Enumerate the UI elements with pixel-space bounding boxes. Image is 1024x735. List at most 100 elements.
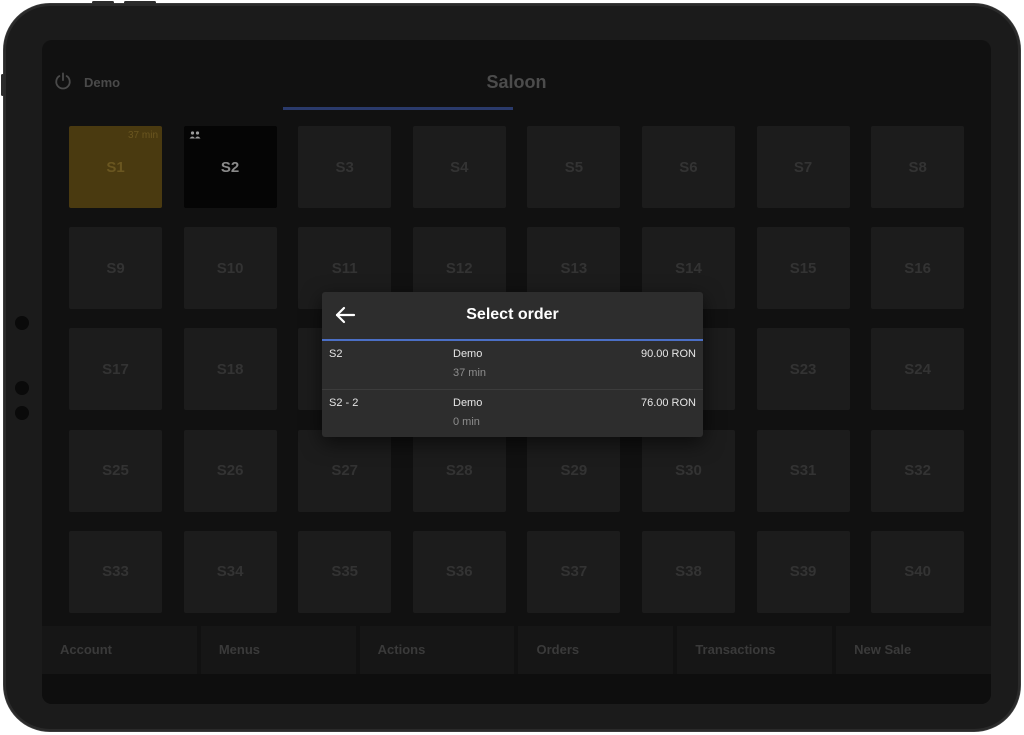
table-tile[interactable]: S17: [69, 328, 162, 411]
device-side-button: [1, 74, 4, 96]
table-tile[interactable]: S39: [756, 530, 850, 613]
table-tile[interactable]: S36: [412, 530, 506, 613]
table-tile[interactable]: S34: [183, 530, 277, 613]
table-tile[interactable]: S9: [69, 227, 162, 310]
table-label: S13: [560, 259, 588, 277]
order-total: 76.00 RON: [640, 397, 696, 409]
table-tile[interactable]: S24: [871, 328, 965, 411]
table-tile[interactable]: S8: [871, 126, 965, 208]
table-tile[interactable]: S30: [641, 429, 735, 512]
table-label: S11: [331, 259, 358, 277]
table-tile[interactable]: S33: [69, 530, 162, 613]
table-label: S35: [331, 563, 359, 581]
order-row[interactable]: S2 - 2 Demo 0 min 76.00 RON: [322, 389, 703, 437]
table-label: S17: [102, 360, 129, 378]
table-label: S14: [675, 259, 702, 277]
table-label: S24: [904, 360, 931, 378]
table-label: S4: [450, 158, 469, 176]
bottom-strip: [42, 674, 991, 704]
table-tile[interactable]: S10: [183, 227, 277, 310]
page-title: Saloon: [486, 72, 547, 92]
table-label: S18: [216, 360, 244, 378]
table-label: S34: [216, 563, 244, 581]
table-label: S1: [106, 158, 125, 176]
table-label: S28: [445, 462, 473, 480]
dialog-title: Select order: [466, 306, 559, 323]
table-label: S9: [106, 259, 125, 277]
select-order-dialog: Select order S2 Demo 37 min 90.00 RON S2 - 2…: [322, 292, 703, 437]
table-time: 37 min: [127, 130, 158, 141]
table-tile[interactable]: S29: [527, 429, 621, 512]
table-label: S5: [564, 158, 584, 176]
orders-list: S2 Demo 37 min 90.00 RON S2 - 2 Demo 0 min 76.0…: [322, 341, 703, 437]
table-label: S16: [904, 259, 931, 277]
table-tile[interactable]: S6: [641, 126, 735, 208]
order-user: Demo: [453, 348, 483, 360]
table-label: S31: [789, 462, 817, 480]
bottom-bar-button[interactable]: Transactions: [677, 626, 833, 674]
bottom-bar-button[interactable]: Actions: [359, 626, 515, 674]
table-tile[interactable]: S16: [871, 227, 965, 310]
bottom-bar-button[interactable]: Orders: [518, 626, 674, 674]
table-tile[interactable]: S5: [527, 126, 621, 208]
bottom-bar-button[interactable]: Menus: [200, 626, 356, 674]
order-time: 37 min: [453, 367, 487, 379]
table-label: S30: [675, 462, 702, 480]
table-label: S36: [445, 563, 473, 581]
table-label: S33: [102, 563, 129, 581]
table-label: S8: [908, 158, 927, 176]
table-tile[interactable]: S25: [69, 429, 162, 512]
table-label: S2: [220, 158, 240, 176]
table-tile[interactable]: S38: [641, 530, 735, 613]
bottom-bar-button[interactable]: New Sale: [836, 626, 991, 674]
table-label: S38: [675, 563, 702, 581]
order-name: S2: [329, 348, 343, 360]
table-tile[interactable]: S18: [183, 328, 277, 411]
bottom-bar: Account Menus Actions Orders Transactions New…: [42, 626, 991, 674]
table-label: S10: [216, 259, 244, 277]
table-tile[interactable]: 37 min S1: [69, 126, 162, 208]
table-tile[interactable]: S31: [756, 429, 850, 512]
table-tile[interactable]: S40: [871, 530, 965, 613]
table-label: S6: [679, 158, 698, 176]
table-tile[interactable]: S27: [298, 429, 392, 512]
camera-dot: [15, 316, 29, 330]
order-row[interactable]: S2 Demo 37 min 90.00 RON: [322, 341, 703, 389]
tab-indicator: [283, 107, 513, 110]
table-label: S26: [216, 462, 244, 480]
camera-dot: [15, 381, 29, 395]
table-label: S15: [789, 259, 817, 277]
tablet-frame: Demo Saloon 37 min S1 S2 S3 S4 S5 S6 S7 S8 S9 S10 S…: [1, 1, 1020, 731]
table-label: S23: [789, 360, 817, 378]
header: Demo Saloon: [42, 40, 991, 112]
table-tile[interactable]: S7: [756, 126, 850, 208]
table-label: S7: [793, 158, 813, 176]
bottom-bar-button[interactable]: Account: [42, 626, 197, 674]
table-label: S27: [331, 462, 359, 480]
table-tile[interactable]: S37: [527, 530, 621, 613]
table-tile[interactable]: S28: [412, 429, 506, 512]
table-tile[interactable]: S4: [412, 126, 506, 208]
device-top-button: [92, 1, 114, 4]
table-label: S3: [335, 158, 354, 176]
order-name: S2 - 2: [329, 397, 359, 409]
table-label: S29: [560, 462, 588, 480]
table-tile[interactable]: S3: [298, 126, 392, 208]
camera-dot: [15, 406, 29, 420]
dialog-header: Select order: [322, 292, 703, 341]
table-label: S40: [904, 563, 931, 581]
table-tile[interactable]: S23: [756, 328, 850, 411]
table-tile[interactable]: S26: [183, 429, 277, 512]
table-label: S39: [789, 563, 817, 581]
table-tile[interactable]: S35: [298, 530, 392, 613]
order-user: Demo: [453, 397, 483, 409]
table-label: S25: [102, 462, 129, 480]
table-tile[interactable]: S15: [756, 227, 850, 310]
device-top-button: [124, 1, 156, 4]
table-label: S12: [445, 259, 473, 277]
table-label: S37: [560, 563, 588, 581]
table-tile[interactable]: S32: [871, 429, 965, 512]
people-icon: [189, 131, 201, 139]
order-time: 0 min: [453, 416, 480, 428]
table-tile[interactable]: S2: [183, 126, 277, 208]
